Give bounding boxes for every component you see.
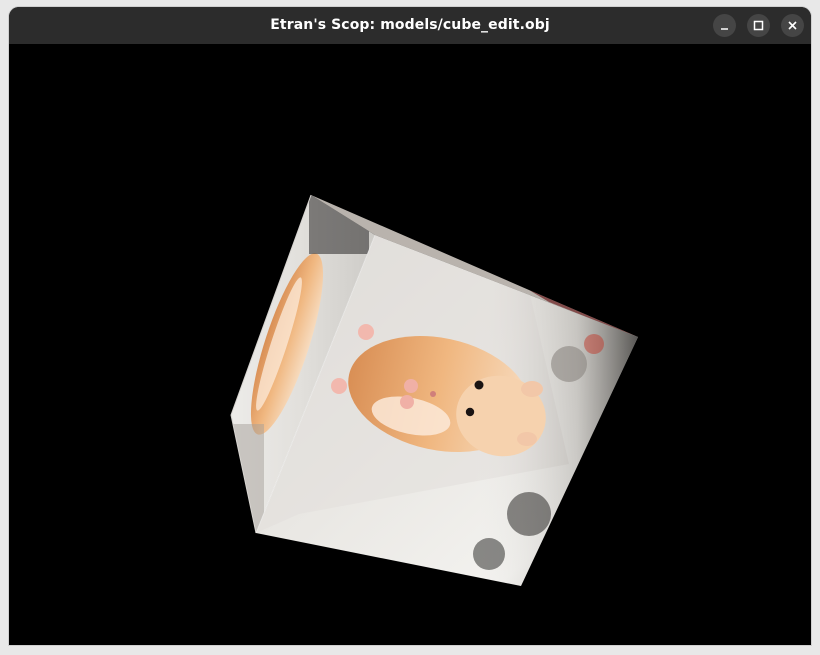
window-title: Etran's Scop: models/cube_edit.obj [270,17,550,33]
render-viewport[interactable] [9,44,811,645]
app-window: Etran's Scop: models/cube_edit.obj [9,7,811,645]
minimize-button[interactable] [713,14,736,37]
title-bar[interactable]: Etran's Scop: models/cube_edit.obj [9,7,811,44]
minimize-icon [721,28,728,30]
maximize-button[interactable] [747,14,770,37]
close-icon [788,21,797,30]
close-button[interactable] [781,14,804,37]
cube-render [230,194,638,586]
maximize-icon [753,20,764,31]
